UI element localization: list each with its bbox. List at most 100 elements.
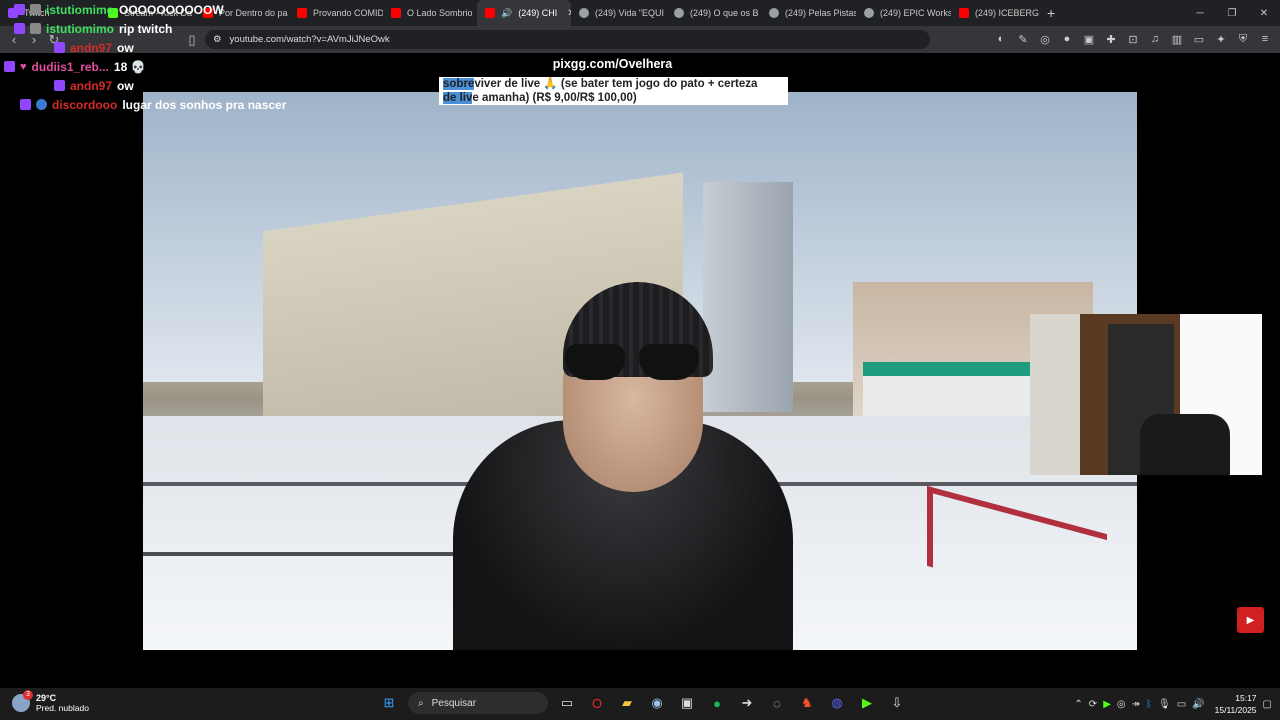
ai-icon[interactable]: ✦ <box>1214 32 1228 46</box>
globe-icon <box>674 8 684 18</box>
twitch-badge-icon <box>4 61 15 72</box>
youtube-play-icon[interactable]: ▶ <box>1237 607 1264 633</box>
wallet-icon[interactable]: ▭ <box>1192 32 1206 46</box>
cam-chair <box>1140 414 1230 475</box>
weather-widget[interactable]: 3 29°C Pred. nublado <box>12 690 89 713</box>
donation-text: e amanha) (R$ 9,00/R$ 100,00) <box>472 92 637 104</box>
display-icon[interactable]: ▭ <box>1177 699 1186 710</box>
opera-icon[interactable]: O <box>586 692 608 714</box>
screen: Twitch Stream - Kick Da Por Dentro do pa… <box>0 0 1280 720</box>
donation-banner: sobreviver de live 🙏 (se bater tem jogo … <box>439 77 788 105</box>
steam-icon[interactable]: ◉ <box>646 692 668 714</box>
sunglasses <box>565 344 701 382</box>
tab-8[interactable]: (249) Pelas Pistas <box>761 0 856 26</box>
twitch-badge-icon <box>20 99 31 110</box>
video-player[interactable] <box>143 92 1137 650</box>
extension-icon[interactable]: ◎ <box>1038 32 1052 46</box>
tab-10[interactable]: (249) ICEBERG D <box>951 0 1041 26</box>
speaker-icon[interactable]: 🔊 <box>501 8 512 19</box>
maximize-icon[interactable]: ❐ <box>1216 0 1248 26</box>
app-icon[interactable]: ↠ <box>1132 699 1140 710</box>
chat-line: istutiomimo rip twitch <box>14 19 286 38</box>
address-bar[interactable]: ⚙ youtube.com/watch?v=AVmJiJNeOwk <box>205 30 930 49</box>
tab-youtube-2[interactable]: Provando COMID <box>289 0 383 26</box>
chat-line: andn97 ow <box>54 38 286 57</box>
tab-6[interactable]: (249) Vida "EQUI <box>571 0 666 26</box>
streamer <box>453 282 793 650</box>
chat-line: istutiomimo OOOOOOOOOOW <box>14 0 286 19</box>
extension-icon[interactable]: ▣ <box>1082 32 1096 46</box>
donation-text: de liv <box>443 92 473 104</box>
tab-7[interactable]: (249) O que os B <box>666 0 761 26</box>
youtube-icon <box>959 8 969 18</box>
puzzle-icon[interactable]: ✚ <box>1104 32 1118 46</box>
brave-icon[interactable]: ♞ <box>796 692 818 714</box>
search-box[interactable]: ⌕ Pesquisar <box>408 692 548 714</box>
tab-9[interactable]: (249) EPIC Works <box>856 0 951 26</box>
pixgg-link: pixgg.com/Ovelhera <box>552 57 673 71</box>
extensions-bar: ◐ ✎ ◎ ● ▣ ✚ ⊡ ♫ ▥ ▭ ✦ ⛨ ≡ <box>994 32 1272 46</box>
spotify-icon[interactable]: ● <box>706 692 728 714</box>
donation-text: sobre <box>443 78 475 90</box>
chat-line: andn97 ow <box>54 76 286 95</box>
badge-icon <box>36 99 47 110</box>
taskbar: 3 29°C Pred. nublado ⊞ ⌕ Pesquisar ▭ O ▰… <box>0 688 1280 720</box>
mute-icon <box>30 4 41 15</box>
clock[interactable]: 15:17 15/11/2025 <box>1215 692 1257 716</box>
bluetooth-icon[interactable]: ᛒ <box>1146 699 1152 710</box>
app-icon[interactable]: ◌ <box>766 692 788 714</box>
mic-icon[interactable]: 🎙 <box>1158 699 1171 710</box>
chevron-up-icon[interactable]: ⌃ <box>1074 699 1082 710</box>
taskbar-apps: ⊞ ⌕ Pesquisar ▭ O ▰ ◉ ▣ ● ➜ ◌ ♞ ◍ ▶ ⇩ <box>378 692 908 714</box>
twitch-badge-icon <box>54 42 65 53</box>
youtube-icon <box>485 8 495 18</box>
extension-icon[interactable]: ◐ <box>994 32 1008 46</box>
weather-temp: 29°C <box>36 693 57 703</box>
twitch-badge-icon <box>54 80 65 91</box>
globe-icon <box>579 8 589 18</box>
sync-icon[interactable]: ⟳ <box>1089 699 1097 710</box>
discord-icon[interactable]: ◍ <box>826 692 848 714</box>
date: 15/11/2025 <box>1214 705 1257 715</box>
weather-icon: 3 <box>12 690 33 712</box>
twitch-badge-icon <box>14 23 25 34</box>
download-icon[interactable]: ⇩ <box>886 692 908 714</box>
volume-icon[interactable]: 🔊 <box>1192 699 1204 710</box>
notifications-icon[interactable]: ▢ <box>1263 699 1272 710</box>
mute-icon <box>30 23 41 34</box>
chat-overlay: istutiomimo OOOOOOOOOOW istutiomimo rip … <box>4 0 286 114</box>
system-tray: ⌃ ⟳ ▶ ◎ ↠ ᛒ 🎙 ▭ 🔊 15:17 15/11/2025 ▢ <box>1074 692 1272 716</box>
task-view-icon[interactable]: ▭ <box>556 692 578 714</box>
search-icon: ⌕ <box>418 697 424 709</box>
extension-icon[interactable]: ✎ <box>1016 32 1030 46</box>
youtube-icon <box>391 8 401 18</box>
tab-youtube-3[interactable]: O Lado Sombrio <box>383 0 477 26</box>
webcam-overlay <box>1030 314 1262 475</box>
donation-text: viver de live 🙏 (se bater tem jogo do pa… <box>474 78 758 90</box>
close-window-icon[interactable]: ✕ <box>1248 0 1280 26</box>
screenshot-icon[interactable]: ⊡ <box>1126 32 1140 46</box>
music-icon[interactable]: ♫ <box>1148 32 1162 46</box>
minimize-icon[interactable]: ─ <box>1184 0 1216 26</box>
youtube-icon <box>297 8 307 18</box>
tab-active[interactable]: 🔊(249) CHI✕ <box>477 0 571 26</box>
app-icon[interactable]: ▣ <box>676 692 698 714</box>
heart-icon: ♥ <box>20 60 27 73</box>
folder-icon[interactable]: ▰ <box>616 692 638 714</box>
sidebar-icon[interactable]: ▥ <box>1170 32 1184 46</box>
search-placeholder: Pesquisar <box>431 697 477 709</box>
globe-icon <box>864 8 874 18</box>
menu-icon[interactable]: ≡ <box>1258 32 1272 46</box>
app-icon[interactable]: ➜ <box>736 692 758 714</box>
extension-icon[interactable]: ● <box>1060 32 1074 46</box>
time: 15:17 <box>1235 693 1257 703</box>
app-icon[interactable]: ◎ <box>1117 699 1126 710</box>
vpn-icon[interactable]: ⛨ <box>1236 32 1250 46</box>
play-icon[interactable]: ▶ <box>856 692 878 714</box>
play-icon[interactable]: ▶ <box>1103 699 1111 710</box>
new-tab-button[interactable]: + <box>1047 5 1055 21</box>
windows-start-icon[interactable]: ⊞ <box>378 692 400 714</box>
weather-desc: Pred. nublado <box>36 703 89 713</box>
notification-count: 3 <box>23 690 33 700</box>
chat-line: ♥ dudiis1_reb... 18 💀 <box>4 57 286 76</box>
